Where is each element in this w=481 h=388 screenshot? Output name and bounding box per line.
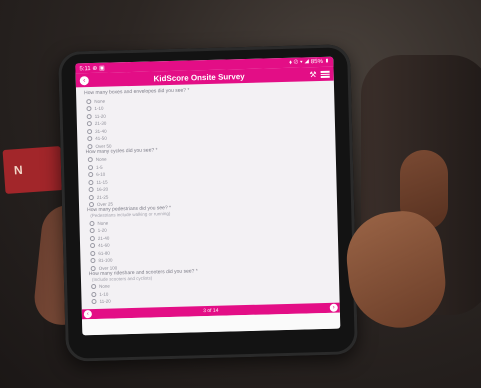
question-block: How many rideshare and scooters did you … bbox=[89, 264, 332, 305]
app-title: KidScore Onsite Survey bbox=[153, 71, 245, 83]
option-label: None bbox=[97, 220, 109, 226]
option-label: 1-10 bbox=[99, 291, 109, 297]
red-sign: N bbox=[2, 146, 64, 194]
radio-button[interactable] bbox=[88, 179, 94, 185]
chevron-left-icon[interactable]: ‹ bbox=[83, 310, 92, 319]
radio-button[interactable] bbox=[87, 157, 93, 163]
radio-button[interactable] bbox=[88, 194, 94, 200]
option-label: 31-40 bbox=[95, 128, 107, 134]
photo-background: N 5:11 ⊕ ▣ ⬧ ⊘ ▾ ◢ 85% ▮ ‹ KidScore Onsi… bbox=[0, 0, 481, 388]
radio-button[interactable] bbox=[90, 250, 96, 256]
option-label: 21-40 bbox=[97, 235, 110, 241]
radio-button[interactable] bbox=[86, 113, 92, 119]
radio-button[interactable] bbox=[87, 164, 94, 170]
radio-button[interactable] bbox=[90, 265, 96, 271]
tablet-screen: 5:11 ⊕ ▣ ⬧ ⊘ ▾ ◢ 85% ▮ ‹ KidScore Onsite… bbox=[75, 56, 341, 336]
question-block: How many boxes and envelopes did you see… bbox=[84, 84, 327, 149]
radio-button[interactable] bbox=[91, 291, 97, 297]
option-label: 1-5 bbox=[95, 164, 103, 170]
radio-button[interactable] bbox=[88, 186, 94, 193]
radio-button[interactable] bbox=[91, 283, 97, 290]
page-indicator: 3 of 14 bbox=[203, 307, 219, 315]
option-label: 81-100 bbox=[98, 257, 113, 263]
option-label: None bbox=[94, 98, 106, 104]
radio-button[interactable] bbox=[86, 98, 92, 104]
radio-button[interactable] bbox=[87, 136, 93, 142]
back-arrow-icon[interactable]: ‹ bbox=[79, 75, 89, 85]
option-label: 11-20 bbox=[94, 113, 106, 119]
radio-button[interactable] bbox=[87, 143, 93, 149]
radio-button[interactable] bbox=[89, 235, 95, 241]
option-label: None bbox=[99, 283, 110, 289]
menu-icon[interactable] bbox=[320, 70, 330, 78]
radio-button[interactable] bbox=[89, 220, 95, 226]
option-label: 1-10 bbox=[94, 105, 104, 111]
option-label: 41-60 bbox=[98, 242, 110, 248]
option-label: 6-10 bbox=[96, 171, 106, 177]
status-indicators: ⬧ ⊘ ▾ ◢ 85% ▮ bbox=[289, 58, 330, 66]
question-block: How many pedestrians did you see? * (Ped… bbox=[87, 201, 331, 271]
radio-button[interactable] bbox=[86, 106, 92, 112]
survey-form: How many boxes and envelopes did you see… bbox=[76, 81, 340, 305]
tools-icon[interactable]: ⚒ bbox=[309, 70, 316, 79]
status-time: 5:11 ⊕ ▣ bbox=[79, 65, 105, 72]
chevron-right-icon[interactable]: › bbox=[329, 303, 338, 312]
sign-letter: N bbox=[13, 162, 25, 178]
option-label: 11-15 bbox=[96, 179, 108, 185]
option-label: 21-25 bbox=[96, 194, 109, 200]
option-label: 11-20 bbox=[99, 298, 111, 304]
option-label: None bbox=[95, 156, 107, 162]
radio-button[interactable] bbox=[88, 171, 94, 178]
option-label: 41-50 bbox=[95, 135, 107, 141]
radio-button[interactable] bbox=[90, 242, 96, 249]
question-block: How many cycles did you see? * None 1-5 … bbox=[86, 142, 329, 208]
radio-button[interactable] bbox=[87, 128, 93, 134]
app-bar-actions: ⚒ bbox=[309, 69, 330, 79]
tablet-device: 5:11 ⊕ ▣ ⬧ ⊘ ▾ ◢ 85% ▮ ‹ KidScore Onsite… bbox=[57, 44, 359, 362]
option-label: 61-80 bbox=[98, 250, 110, 256]
radio-button[interactable] bbox=[89, 227, 95, 234]
option-label: 16-20 bbox=[96, 186, 109, 192]
option-label: 1-20 bbox=[97, 227, 107, 233]
option-label: 21-30 bbox=[94, 120, 107, 126]
radio-button[interactable] bbox=[91, 298, 97, 305]
radio-button[interactable] bbox=[86, 121, 92, 127]
radio-button[interactable] bbox=[90, 257, 96, 264]
